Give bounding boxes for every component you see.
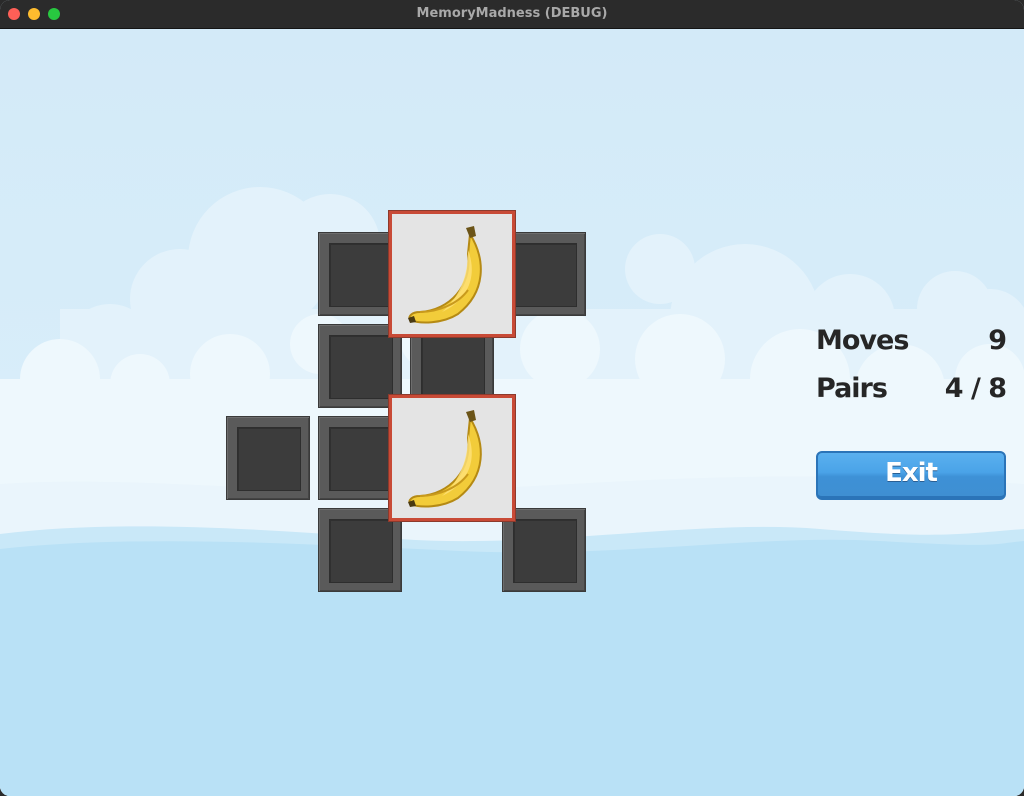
card-face-up[interactable] xyxy=(389,395,515,521)
card-face-up[interactable] xyxy=(389,211,515,337)
card-back-panel xyxy=(329,427,393,491)
banana-icon xyxy=(408,226,482,324)
pairs-value: 4 / 8 xyxy=(944,373,1007,404)
banana-icon xyxy=(408,410,482,508)
game-scene: Moves 9 Pairs 4 / 8 Exit xyxy=(0,29,1024,796)
card-back-panel xyxy=(237,427,301,491)
card-back-panel xyxy=(513,519,577,583)
card-back-panel xyxy=(421,335,485,399)
title-bar: MemoryMadness (DEBUG) xyxy=(0,0,1024,29)
card-back-panel xyxy=(329,243,393,307)
card-back-panel xyxy=(329,519,393,583)
card-back-panel xyxy=(329,335,393,399)
card-face-down[interactable] xyxy=(226,416,310,500)
card-back-panel xyxy=(513,243,577,307)
game-window: MemoryMadness (DEBUG) Moves 9 Pairs 4 / … xyxy=(0,0,1024,796)
window-title: MemoryMadness (DEBUG) xyxy=(416,6,608,21)
pairs-label: Pairs xyxy=(816,373,888,404)
moves-value: 9 xyxy=(988,325,1007,356)
exit-button[interactable]: Exit xyxy=(816,451,1006,500)
